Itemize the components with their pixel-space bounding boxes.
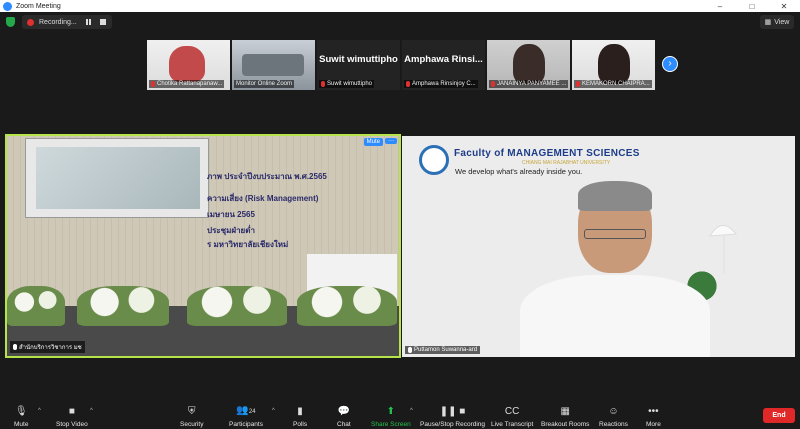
grid-view-icon: ▦ — [764, 19, 772, 26]
mic-icon — [408, 347, 412, 353]
view-button[interactable]: ▦ View — [760, 15, 794, 29]
banner-line: ความเสี่ยง (Risk Management) — [207, 194, 319, 203]
participant-tile[interactable]: KEMAKORN CHAIPRA... — [572, 40, 655, 90]
mic-icon — [13, 344, 17, 350]
participant-tile[interactable]: Chotika Rattanapanaw... — [147, 40, 230, 90]
participant-video — [513, 44, 545, 84]
participant-tile[interactable]: Amphawa Rinsi... Amphawa Rinsinjoy C... — [402, 40, 485, 90]
mic-muted-icon — [151, 81, 155, 87]
participants-button[interactable]: 👥24 Participants — [229, 400, 263, 429]
close-button[interactable]: ✕ — [768, 2, 800, 11]
recording-indicator: Recording... — [22, 15, 112, 29]
share-screen-button[interactable]: ⬆ Share Screen — [371, 400, 411, 429]
banner-line: ประชุมฝ่ายต่ำ — [207, 226, 255, 235]
pause-recording-icon[interactable] — [85, 19, 92, 26]
polls-button[interactable]: ▮ Polls — [293, 400, 307, 429]
flower-arrangement — [187, 286, 287, 326]
participant-video-tile[interactable]: Faculty of MANAGEMENT SCIENCES CHIANG MA… — [402, 136, 795, 357]
mic-muted-icon — [406, 81, 410, 87]
participant-video — [242, 54, 304, 76]
mic-muted-icon — [576, 81, 580, 87]
closed-caption-icon: CC — [504, 406, 520, 417]
participant-name-label: JANAINYA PANYAMEE ... — [489, 80, 569, 88]
video-camera-icon: ■ — [68, 406, 75, 417]
shield-icon[interactable] — [6, 17, 15, 27]
more-options-icon[interactable]: ··· — [385, 138, 397, 144]
participant-video — [169, 46, 205, 82]
participants-options-chevron-icon[interactable]: ^ — [272, 408, 275, 414]
live-transcript-button[interactable]: CC Live Transcript — [491, 400, 533, 429]
security-button[interactable]: ⛨ Security — [180, 400, 203, 429]
smiley-icon: ☺ — [608, 406, 619, 417]
video-options-chevron-icon[interactable]: ^ — [90, 408, 93, 414]
stop-recording-icon[interactable] — [100, 19, 107, 26]
faculty-title: Faculty of MANAGEMENT SCIENCES — [454, 148, 640, 159]
stop-video-button[interactable]: ■ Stop Video — [56, 400, 88, 429]
end-meeting-button[interactable]: End — [763, 408, 795, 423]
flower-arrangement — [7, 286, 65, 326]
participant-name-label: Puttamon Suwanna-ard — [405, 346, 481, 354]
university-logo — [419, 145, 449, 175]
polls-icon: ▮ — [297, 406, 303, 417]
flower-arrangement — [77, 286, 169, 326]
participants-icon: 👥24 — [236, 405, 256, 416]
active-speaker-tile[interactable]: ภาพ ประจำปีงบประมาณ พ.ศ.2565 ความเสี่ยง … — [5, 134, 401, 358]
maximize-button[interactable]: □ — [736, 2, 768, 11]
window-title: Zoom Meeting — [16, 2, 61, 10]
zoom-logo-icon — [3, 1, 12, 11]
flower-arrangement — [297, 286, 397, 326]
participant-display-name: Suwit wimuttipho — [319, 53, 398, 65]
participant-name-label: Amphawa Rinsinjoy C... — [404, 80, 478, 88]
banner-line: ร มหาวิทยาลัยเชียงใหม่ — [207, 240, 289, 249]
participant-name-label: Suwit wimuttipho — [319, 80, 375, 88]
mic-muted-icon — [491, 81, 495, 87]
presenter-video — [520, 181, 710, 357]
window-controls: – □ ✕ — [704, 2, 800, 11]
reactions-button[interactable]: ☺ Reactions — [599, 400, 628, 429]
mute-button[interactable]: 🎙 Mute — [14, 400, 28, 429]
faculty-tagline: We develop what's already inside you. — [455, 167, 583, 176]
banner-line: เมษายน 2565 — [207, 210, 255, 219]
recording-label: Recording... — [39, 18, 77, 26]
participant-name-label: สำนักบริการวิชาการ มช — [10, 341, 85, 353]
pause-stop-icon: ❚❚ ■ — [439, 406, 466, 417]
mute-participant-button[interactable]: Mute — [363, 138, 383, 146]
participant-name-label: KEMAKORN CHAIPRA... — [574, 80, 652, 88]
window-titlebar: Zoom Meeting – □ ✕ — [0, 0, 800, 12]
pause-stop-recording-button[interactable]: ❚❚ ■ Pause/Stop Recording — [420, 400, 485, 429]
projection-screen — [25, 138, 209, 218]
meeting-topbar: Recording... ▦ View — [0, 12, 800, 32]
ellipsis-icon: ••• — [648, 406, 659, 417]
faculty-subtitle: CHIANG MAI RAJABHAT UNIVERSITY — [522, 160, 611, 166]
share-options-chevron-icon[interactable]: ^ — [410, 408, 413, 414]
breakout-rooms-icon: ▦ — [560, 406, 570, 417]
participant-name-label: Monitor Online Zoom — [234, 80, 295, 88]
mute-options-chevron-icon[interactable]: ^ — [38, 408, 41, 414]
record-dot-icon — [27, 18, 34, 26]
meeting-toolbar: 🎙 Mute ^ ■ Stop Video ^ ⛨ Security 👥24 P… — [0, 400, 800, 429]
participant-tile[interactable]: Monitor Online Zoom — [232, 40, 315, 90]
chat-icon: 💬 — [337, 406, 351, 417]
microphone-icon: 🎙 — [14, 406, 28, 417]
participant-video — [598, 44, 630, 84]
breakout-rooms-button[interactable]: ▦ Breakout Rooms — [541, 400, 589, 429]
banner-line: ภาพ ประจำปีงบประมาณ พ.ศ.2565 — [207, 172, 327, 181]
next-page-icon[interactable]: › — [662, 56, 678, 72]
minimize-button[interactable]: – — [704, 2, 736, 11]
more-button[interactable]: ••• More — [646, 400, 661, 429]
shield-icon: ⛨ — [187, 406, 196, 417]
mic-muted-icon — [321, 81, 325, 87]
participant-tile[interactable]: JANAINYA PANYAMEE ... — [487, 40, 570, 90]
chat-button[interactable]: 💬 Chat — [337, 400, 351, 429]
participant-name-label: Chotika Rattanapanaw... — [149, 80, 225, 88]
view-label: View — [774, 18, 790, 26]
share-screen-icon: ⬆ — [386, 406, 396, 417]
participant-tile[interactable]: Suwit wimuttipho Suwit wimuttipho — [317, 40, 400, 90]
participant-display-name: Amphawa Rinsi... — [404, 53, 483, 65]
participant-gallery: Chotika Rattanapanaw... Monitor Online Z… — [147, 40, 657, 90]
